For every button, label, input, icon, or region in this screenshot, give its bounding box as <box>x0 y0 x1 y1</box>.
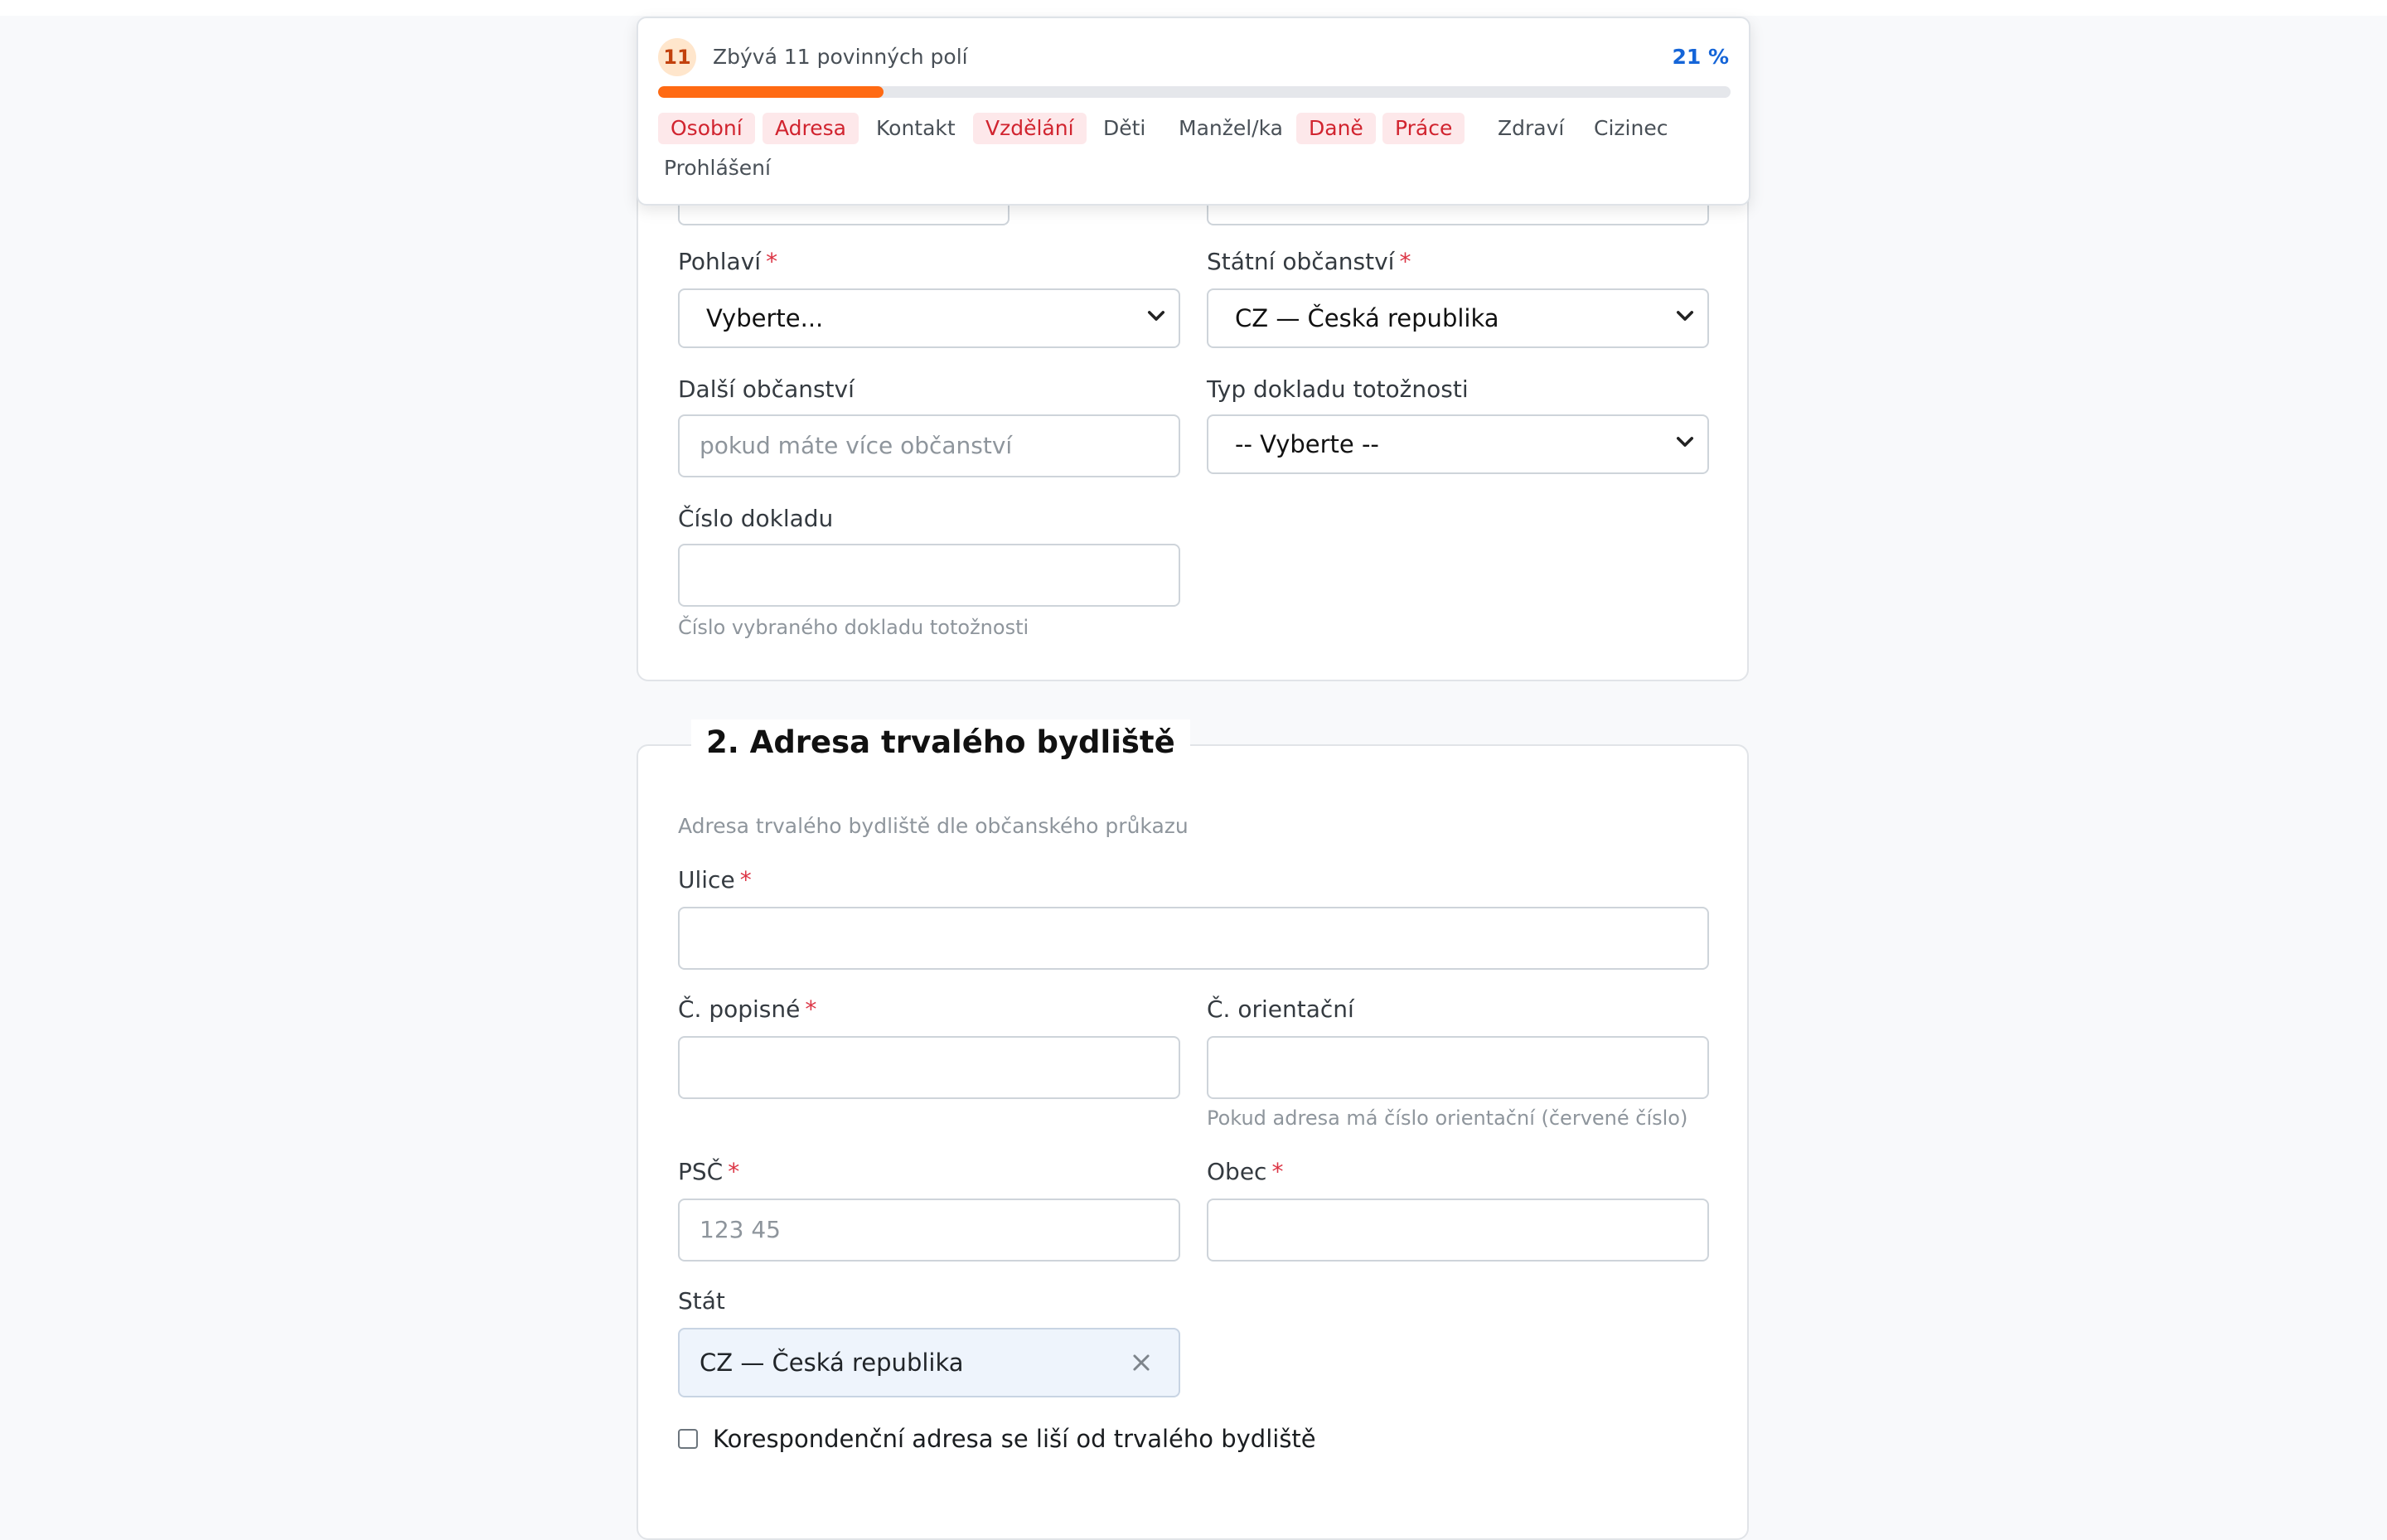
citizenship-label: Státní občanství * <box>1207 248 1411 275</box>
chevron-down-icon <box>1147 311 1165 321</box>
remaining-count-badge: 11 <box>658 38 696 76</box>
nav-zdravi[interactable]: Zdraví <box>1485 113 1576 144</box>
progress-track <box>658 86 1731 98</box>
nav-osobni[interactable]: Osobní <box>658 113 755 144</box>
nav-vzdelani[interactable]: Vzdělání <box>973 113 1087 144</box>
id-type-label: Typ dokladu totožnosti <box>1207 375 1469 403</box>
nav-prace[interactable]: Práce <box>1382 113 1465 144</box>
progress-fill <box>658 86 884 98</box>
top-strip <box>0 0 2387 16</box>
address-section-title: 2. Adresa trvalého bydliště <box>691 719 1190 766</box>
required-marker: * <box>739 866 752 893</box>
street-label: Ulice * <box>678 866 752 893</box>
chevron-down-icon <box>1676 311 1694 321</box>
citizenship-select[interactable]: CZ — Česká republika <box>1207 288 1709 348</box>
required-marker: * <box>766 248 778 275</box>
id-type-select[interactable]: -- Vyberte -- <box>1207 414 1709 474</box>
clear-icon[interactable] <box>1131 1352 1152 1373</box>
nav-deti[interactable]: Děti <box>1091 113 1158 144</box>
nav-kontakt[interactable]: Kontakt <box>864 113 968 144</box>
remaining-fields-text: Zbývá 11 povinných polí <box>713 45 968 69</box>
progress-percent: 21 % <box>1672 45 1729 69</box>
required-marker: * <box>1399 248 1411 275</box>
country-label: Stát <box>678 1287 725 1315</box>
required-marker: * <box>1271 1158 1284 1185</box>
id-number-label: Číslo dokladu <box>678 505 834 532</box>
nav-manzel[interactable]: Manžel/ka <box>1166 113 1295 144</box>
nav-cizinec[interactable]: Cizinec <box>1581 113 1680 144</box>
address-section-card: Adresa trvalého bydliště dle občanského … <box>637 744 1749 1540</box>
zip-label: PSČ * <box>678 1158 740 1185</box>
house-number-label: Č. popisné * <box>678 995 817 1023</box>
city-input[interactable] <box>1207 1199 1709 1262</box>
country-value: CZ — Česká republika <box>700 1349 964 1377</box>
gender-select[interactable]: Vyberte... <box>678 288 1180 348</box>
house-number-input[interactable] <box>678 1036 1180 1099</box>
nav-dane[interactable]: Daně <box>1296 113 1376 144</box>
other-citizenship-input[interactable]: pokud máte více občanství <box>678 414 1180 477</box>
required-marker: * <box>805 995 817 1023</box>
correspondence-checkbox[interactable] <box>678 1429 698 1449</box>
other-citizenship-label: Další občanství <box>678 375 855 403</box>
city-label: Obec * <box>1207 1158 1284 1185</box>
country-select[interactable]: CZ — Česká republika <box>678 1328 1180 1397</box>
required-marker: * <box>728 1158 740 1185</box>
gender-label: Pohlaví * <box>678 248 778 275</box>
citizenship-select-value: CZ — Česká republika <box>1235 304 1499 332</box>
orientation-number-label: Č. orientační <box>1207 995 1354 1023</box>
orientation-number-help: Pokud adresa má číslo orientační (červen… <box>1207 1107 1688 1130</box>
orientation-number-input[interactable] <box>1207 1036 1709 1099</box>
progress-panel: 11 Zbývá 11 povinných polí 21 % Osobní A… <box>637 17 1750 206</box>
id-type-select-value: -- Vyberte -- <box>1235 430 1379 458</box>
correspondence-checkbox-label[interactable]: Korespondenční adresa se liší od trvaléh… <box>713 1424 1316 1454</box>
zip-placeholder: 123 45 <box>700 1216 781 1243</box>
id-number-input[interactable] <box>678 544 1180 607</box>
street-input[interactable] <box>678 907 1709 970</box>
zip-input[interactable]: 123 45 <box>678 1199 1180 1262</box>
address-description: Adresa trvalého bydliště dle občanského … <box>678 814 1189 838</box>
nav-adresa[interactable]: Adresa <box>763 113 859 144</box>
id-number-help: Číslo vybraného dokladu totožnosti <box>678 616 1029 639</box>
other-citizenship-placeholder: pokud máte více občanství <box>700 432 1013 459</box>
gender-select-value: Vyberte... <box>706 304 824 332</box>
nav-prohlaseni[interactable]: Prohlášení <box>651 153 783 184</box>
chevron-down-icon <box>1676 437 1694 447</box>
